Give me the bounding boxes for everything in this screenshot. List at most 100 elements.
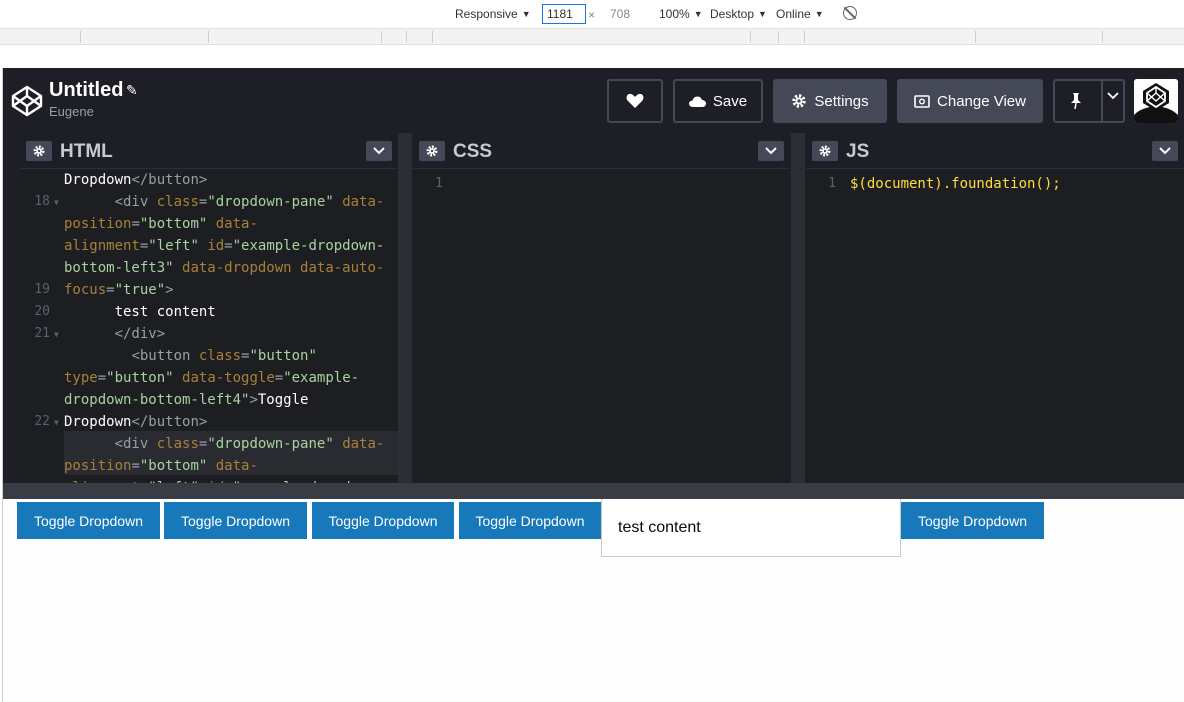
editor-bottom-resize-bar[interactable] (3, 483, 1184, 499)
code-line: </div> (114, 326, 166, 342)
pin-divider (1101, 81, 1103, 121)
device-select[interactable]: Responsive ▼ (455, 7, 531, 21)
fold-arrow-icon[interactable]: ▼ (54, 324, 59, 346)
line-number: 18 (34, 194, 50, 209)
html-editor: HTML Dropdown</button> 18 ▼ <div class="dr… (20, 133, 398, 483)
js-code-area[interactable]: 1 $(document).foundation(); (806, 169, 1184, 483)
zoom-label: 100% (659, 7, 690, 21)
like-button[interactable] (607, 79, 663, 123)
mode-select[interactable]: Desktop ▼ (710, 7, 767, 21)
chevron-down-icon: ▼ (814, 9, 824, 19)
pen-author[interactable]: Eugene (49, 104, 94, 119)
dropdown-pane: test content (601, 499, 901, 557)
code-line: alignment="left" id="example-dropdown- (64, 238, 385, 254)
line-number: 1 (828, 176, 836, 191)
mode-label: Desktop (710, 7, 755, 21)
editors-area: HTML Dropdown</button> 18 ▼ <div class="dr… (3, 133, 1184, 483)
settings-label: Settings (814, 92, 869, 110)
pencil-icon[interactable]: ✎ (126, 82, 138, 99)
code-line: test content (64, 304, 216, 320)
html-editor-menu-button[interactable] (366, 141, 392, 161)
code-line: position="bottom" data- (64, 458, 258, 474)
js-editor-menu-button[interactable] (1152, 141, 1178, 161)
toggle-dropdown-button[interactable]: Toggle Dropdown (312, 502, 454, 539)
chevron-down-icon (1159, 147, 1171, 155)
toggle-dropdown-button[interactable]: Toggle Dropdown (459, 502, 601, 539)
preview-area: Toggle Dropdown Toggle Dropdown Toggle D… (3, 499, 1184, 702)
times-icon: × (588, 8, 596, 22)
line-number: 22 (34, 414, 50, 429)
code-line: dropdown-bottom-left4">Toggle (64, 392, 309, 408)
code-line: <button class="button" (131, 348, 317, 364)
avatar[interactable] (1134, 79, 1178, 123)
editor-resize-handle[interactable] (791, 133, 805, 483)
toggle-dropdown-button[interactable]: Toggle Dropdown (901, 502, 1044, 539)
css-settings-button[interactable] (419, 141, 445, 161)
codepen-logo-icon[interactable] (11, 85, 43, 117)
html-editor-header: HTML (20, 133, 398, 169)
code-line: Dropdown</button> (64, 172, 208, 188)
width-input[interactable] (542, 4, 586, 24)
chevron-down-icon (373, 147, 385, 155)
js-settings-button[interactable] (812, 141, 838, 161)
chevron-down-icon: ▼ (758, 9, 767, 19)
line-number: 1 (435, 176, 443, 191)
chevron-down-icon: ▼ (693, 9, 703, 19)
line-number: 20 (34, 304, 50, 319)
css-editor-header: CSS (413, 133, 790, 169)
network-label: Online (776, 7, 811, 21)
html-editor-title: HTML (60, 141, 113, 162)
html-settings-button[interactable] (26, 141, 52, 161)
save-button[interactable]: Save (673, 79, 763, 123)
code-line: Dropdown</button> (64, 414, 208, 430)
code-line: bottom-left3" data-dropdown data-auto- (64, 260, 385, 276)
pin-button[interactable] (1053, 79, 1125, 123)
dropdown-pane-text: test content (618, 519, 701, 536)
user-avatar-icon (1134, 79, 1178, 123)
toggle-dropdown-button[interactable]: Toggle Dropdown (164, 502, 307, 539)
code-line: position="bottom" data- (64, 216, 258, 232)
line-number: 19 (34, 282, 50, 297)
pin-icon (1071, 93, 1081, 110)
chevron-down-icon (765, 147, 777, 155)
pen-header: Untitled ✎ Eugene Save Settings Change V… (3, 68, 1184, 133)
html-code-area[interactable]: Dropdown</button> 18 ▼ <div class="dropdow… (20, 169, 398, 483)
height-input[interactable] (606, 4, 650, 24)
code-line: $(document).foundation(); (850, 176, 1061, 192)
code-line: type="button" data-toggle="example- (64, 370, 360, 386)
gear-icon (426, 145, 438, 157)
fold-arrow-icon[interactable]: ▼ (54, 412, 59, 434)
viewport-gap (0, 45, 1184, 68)
codepen-frame: Untitled ✎ Eugene Save Settings Change V… (2, 68, 1184, 702)
zoom-select[interactable]: 100% ▼ (659, 7, 703, 21)
layout-view-icon (914, 94, 930, 108)
save-label: Save (712, 92, 748, 110)
gear-icon (819, 145, 831, 157)
change-view-label: Change View (937, 92, 1026, 110)
gear-icon (33, 145, 45, 157)
code-line: <div class="dropdown-pane" data- (114, 436, 385, 452)
css-editor-menu-button[interactable] (758, 141, 784, 161)
heart-icon (626, 93, 644, 108)
css-editor-title: CSS (453, 141, 493, 162)
pen-title[interactable]: Untitled (49, 79, 123, 102)
js-editor-title: JS (846, 141, 870, 162)
network-select[interactable]: Online ▼ (776, 7, 824, 21)
chevron-down-icon[interactable] (1107, 92, 1119, 100)
code-line: focus="true"> (64, 282, 174, 298)
toggle-dropdown-button[interactable]: Toggle Dropdown (17, 502, 160, 539)
js-editor: JS 1 $(document).foundation(); (806, 133, 1184, 483)
code-line: <div class="dropdown-pane" data- (114, 194, 385, 210)
editor-resize-handle[interactable] (398, 133, 412, 483)
css-code-area[interactable]: 1 (413, 169, 790, 483)
device-label: Responsive (455, 7, 518, 21)
settings-button[interactable]: Settings (773, 79, 887, 123)
js-editor-header: JS (806, 133, 1184, 169)
fold-arrow-icon[interactable]: ▼ (54, 192, 59, 214)
media-query-ruler[interactable] (0, 29, 1184, 45)
gear-icon (792, 94, 807, 108)
cloud-icon (688, 96, 706, 107)
change-view-button[interactable]: Change View (897, 79, 1043, 123)
chevron-down-icon: ▼ (521, 9, 531, 19)
rotate-icon[interactable] (843, 6, 857, 20)
